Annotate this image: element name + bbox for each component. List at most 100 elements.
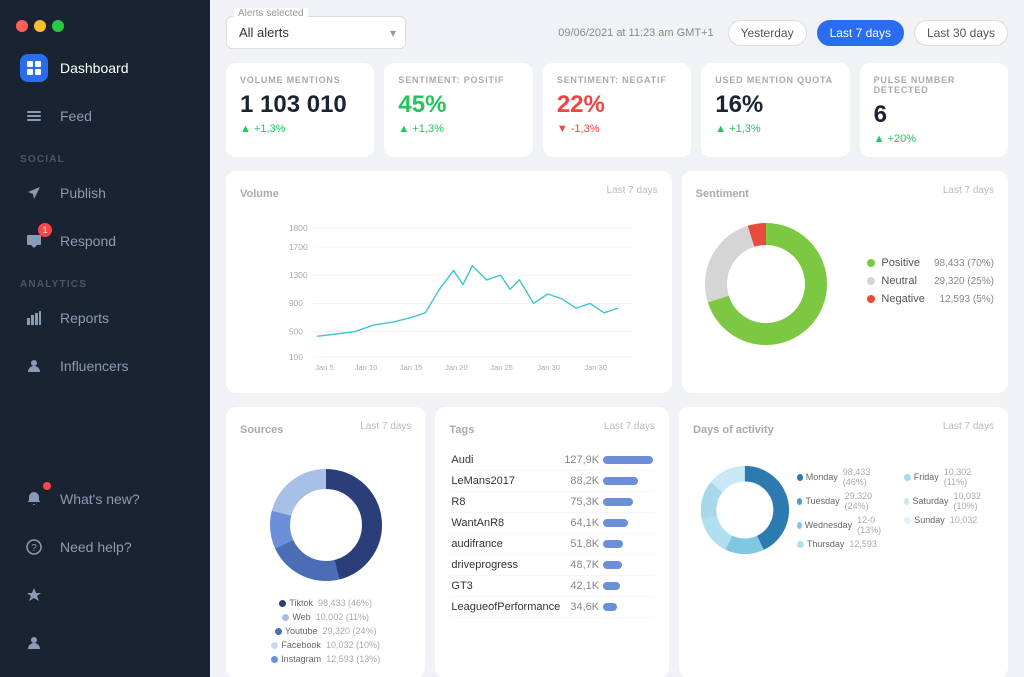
last-7-days-btn[interactable]: Last 7 days	[817, 20, 904, 46]
maximize-window-button[interactable]	[52, 20, 64, 32]
negative-value: 12,593 (5%)	[932, 294, 994, 305]
neutral-value: 29,320 (25%)	[926, 276, 994, 287]
tag-name: GT3	[449, 576, 562, 597]
facebook-label: Facebook	[281, 640, 321, 650]
tag-value: 75,3K	[562, 492, 601, 513]
wednesday-legend: Wednesday 12-0 (13%)	[797, 515, 888, 535]
sidebar-item-influencers[interactable]: Influencers	[0, 342, 210, 390]
last-30-days-btn[interactable]: Last 30 days	[914, 20, 1008, 46]
instagram-value: 12,593 (13%)	[326, 654, 380, 664]
volume-chart-period: Last 7 days	[607, 185, 658, 196]
legend-negative: Negative 12,593 (5%)	[867, 293, 994, 305]
minimize-window-button[interactable]	[34, 20, 46, 32]
analytics-section-label: ANALYTICS	[0, 265, 210, 294]
sources-donut-svg	[261, 460, 391, 590]
svg-text:Jan 25: Jan 25	[490, 363, 513, 372]
neutral-label: Neutral	[881, 275, 916, 287]
legend-positive: Positive 98,433 (70%)	[867, 257, 994, 269]
tag-value: 42,1K	[562, 576, 601, 597]
stat-card-sent-neg: SENTIMENT: NEGATIF 22% ▼ -1,3%	[543, 63, 691, 157]
bottom-row: Sources Last 7 days Tiktok	[226, 407, 1008, 677]
tag-bar	[603, 519, 628, 527]
sent-neg-value: 22%	[557, 91, 677, 119]
facebook-legend: Facebook 10,032 (10%)	[271, 640, 380, 650]
svg-text:Jan 20: Jan 20	[445, 363, 468, 372]
tag-bar	[603, 498, 632, 506]
sidebar-item-whats-new[interactable]: What's new?	[0, 475, 210, 523]
thursday-label: Thursday	[807, 539, 845, 549]
web-label: Web	[292, 612, 310, 622]
sidebar-item-reports[interactable]: Reports	[0, 294, 210, 342]
positive-value: 98,433 (70%)	[926, 258, 994, 269]
svg-text:Jan 30: Jan 30	[537, 363, 560, 372]
publish-icon	[20, 179, 48, 207]
tiktok-value: 98,433 (46%)	[318, 598, 372, 608]
tag-name: driveprogress	[449, 555, 562, 576]
svg-text:Jan 15: Jan 15	[400, 363, 423, 372]
tag-bar-cell	[601, 597, 655, 618]
tag-name: audifrance	[449, 534, 562, 555]
thursday-value: 12,593	[849, 539, 877, 549]
sent-neg-label: SENTIMENT: NEGATIF	[557, 75, 677, 85]
tag-value: 64,1K	[562, 513, 601, 534]
saturday-dot	[904, 498, 909, 505]
sidebar-item-need-help[interactable]: ? Need help?	[0, 523, 210, 571]
sidebar-item-profile[interactable]	[0, 619, 210, 667]
neutral-dot	[867, 277, 875, 285]
topbar: Alerts selected All alerts ▾ 09/06/2021 …	[226, 16, 1008, 49]
dashboard-icon	[20, 54, 48, 82]
tags-table-row: Audi 127,9K	[449, 450, 655, 471]
facebook-value: 10,032 (10%)	[326, 640, 380, 650]
days-header: Days of activity Last 7 days	[693, 421, 994, 440]
sidebar-bottom: What's new? ? Need help?	[0, 475, 210, 677]
sources-content: Tiktok 98,433 (46%) Web 10,002 (11%) You…	[240, 450, 411, 664]
influencers-label: Influencers	[60, 358, 128, 374]
stat-card-volume: VOLUME MENTIONS 1 103 010 ▲ +1,3%	[226, 63, 374, 157]
alert-select-wrap: Alerts selected All alerts ▾	[226, 16, 406, 49]
friday-dot	[904, 474, 911, 481]
volume-chart-title: Volume	[240, 188, 279, 200]
youtube-dot	[275, 628, 282, 635]
sidebar-item-dashboard[interactable]: Dashboard	[0, 44, 210, 92]
main-content: Alerts selected All alerts ▾ 09/06/2021 …	[210, 0, 1024, 677]
tag-bar-cell	[601, 471, 655, 492]
tag-bar-cell	[601, 492, 655, 513]
instagram-legend: Instagram 12,593 (13%)	[271, 654, 380, 664]
instagram-label: Instagram	[281, 654, 321, 664]
volume-chart-card: Volume Last 7 days 1800 1700 1300 900 50…	[226, 171, 672, 393]
quota-delta: ▲ +1,3%	[715, 123, 835, 135]
sidebar-item-starred[interactable]	[0, 571, 210, 619]
tag-bar-cell	[601, 555, 655, 576]
thursday-dot	[797, 541, 804, 548]
facebook-dot	[271, 642, 278, 649]
dashboard-label: Dashboard	[60, 60, 129, 76]
svg-text:900: 900	[289, 298, 303, 308]
web-dot	[282, 614, 289, 621]
charts-row: Volume Last 7 days 1800 1700 1300 900 50…	[226, 171, 1008, 393]
negative-dot	[867, 295, 875, 303]
wednesday-dot	[797, 522, 802, 529]
stat-card-pulse: PULSE NUMBER DETECTED 6 ▲ +20%	[860, 63, 1008, 157]
tag-bar-cell	[601, 513, 655, 534]
tuesday-legend: Tuesday 29,320 (24%)	[797, 491, 888, 511]
sidebar-item-publish[interactable]: Publish	[0, 169, 210, 217]
tag-name: Audi	[449, 450, 562, 471]
tag-name: R8	[449, 492, 562, 513]
datetime-display: 09/06/2021 at 11:23 am GMT+1	[558, 27, 713, 39]
sidebar-item-respond[interactable]: 1 Respond	[0, 217, 210, 265]
alert-select-label: Alerts selected	[234, 8, 308, 19]
respond-icon: 1	[20, 227, 48, 255]
alert-select[interactable]: All alerts	[226, 16, 406, 49]
svg-text:1300: 1300	[289, 270, 308, 280]
tags-table-row: GT3 42,1K	[449, 576, 655, 597]
close-window-button[interactable]	[16, 20, 28, 32]
negative-label: Negative	[881, 293, 924, 305]
pulse-label: PULSE NUMBER DETECTED	[874, 75, 994, 95]
feed-label: Feed	[60, 108, 92, 124]
sentiment-chart-title: Sentiment	[696, 188, 749, 200]
sidebar-item-feed[interactable]: Feed	[0, 92, 210, 140]
sunday-value: 10,032	[950, 515, 978, 525]
reports-icon	[20, 304, 48, 332]
days-legend: Monday 98,433 (46%) Tuesday 29,320 (24%)…	[797, 467, 994, 553]
yesterday-btn[interactable]: Yesterday	[728, 20, 807, 46]
